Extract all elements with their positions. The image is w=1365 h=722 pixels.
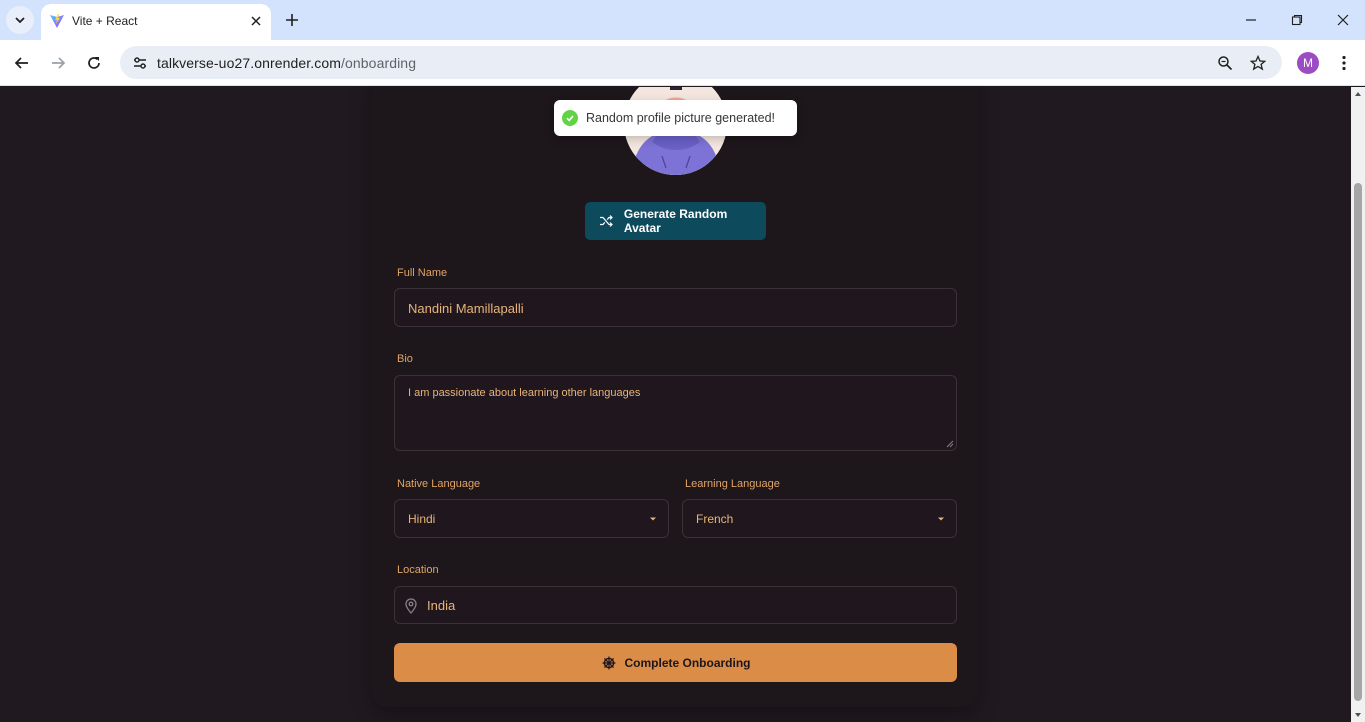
restore-icon[interactable]	[1285, 8, 1309, 32]
tab-title: Vite + React	[72, 14, 138, 28]
profile-avatar[interactable]: M	[1297, 52, 1319, 74]
toast-notification: Random profile picture generated!	[554, 100, 797, 136]
close-icon[interactable]	[247, 12, 265, 30]
scroll-down-icon[interactable]	[1354, 711, 1362, 719]
arrow-left-icon[interactable]	[10, 51, 34, 75]
chevron-down-icon[interactable]	[6, 6, 34, 34]
reload-icon[interactable]	[82, 51, 106, 75]
page-content: Random profile picture generated! Genera…	[0, 87, 1351, 722]
ship-wheel-icon	[601, 655, 617, 671]
resize-grip-icon[interactable]	[946, 440, 954, 448]
star-icon[interactable]	[1246, 51, 1270, 75]
generate-avatar-button[interactable]: Generate Random Avatar	[585, 202, 766, 240]
plus-icon[interactable]	[282, 10, 302, 30]
minimize-icon[interactable]	[1239, 8, 1263, 32]
bio-textarea[interactable]: I am passionate about learning other lan…	[394, 375, 957, 451]
browser-tab[interactable]: Vite + React	[41, 4, 271, 40]
scrollbar-thumb[interactable]	[1354, 183, 1362, 701]
location-value: India	[427, 598, 456, 613]
tune-icon[interactable]	[128, 51, 152, 75]
kebab-menu-icon[interactable]	[1333, 51, 1355, 75]
bio-label: Bio	[397, 353, 413, 365]
generate-avatar-label: Generate Random Avatar	[623, 207, 728, 235]
native-language-value: Hindi	[408, 512, 436, 526]
learning-language-label: Learning Language	[685, 478, 780, 490]
shuffle-icon	[598, 213, 614, 229]
tab-strip: Vite + React	[0, 0, 1365, 40]
url-text[interactable]: talkverse-uo27.onrender.com/onboarding	[157, 55, 416, 71]
page-scrollbar[interactable]	[1351, 87, 1365, 722]
caret-down-icon	[938, 517, 944, 521]
learning-language-select[interactable]: French	[682, 499, 957, 538]
full-name-value: Nandini Mamillapalli	[408, 301, 524, 316]
url-host: talkverse-uo27.onrender.com	[157, 55, 342, 71]
location-label: Location	[397, 564, 439, 576]
url-path: /onboarding	[341, 55, 417, 71]
map-pin-icon	[405, 598, 417, 614]
toast-message: Random profile picture generated!	[586, 111, 776, 125]
bio-value: I am passionate about learning other lan…	[408, 387, 641, 399]
address-bar[interactable]: talkverse-uo27.onrender.com/onboarding	[120, 46, 1282, 79]
vite-logo-icon	[50, 14, 64, 28]
scroll-up-icon[interactable]	[1354, 90, 1362, 98]
complete-onboarding-button[interactable]: Complete Onboarding	[394, 643, 957, 682]
native-language-label: Native Language	[397, 478, 481, 490]
full-name-input[interactable]: Nandini Mamillapalli	[394, 288, 957, 327]
caret-down-icon	[650, 517, 656, 521]
full-name-label: Full Name	[397, 267, 448, 279]
learning-language-value: French	[696, 512, 734, 526]
check-circle-icon	[562, 110, 578, 126]
complete-onboarding-label: Complete Onboarding	[624, 655, 751, 670]
window-close-icon[interactable]	[1331, 8, 1355, 32]
zoom-icon[interactable]	[1213, 51, 1237, 75]
native-language-select[interactable]: Hindi	[394, 499, 669, 538]
browser-toolbar: talkverse-uo27.onrender.com/onboarding M	[0, 40, 1365, 86]
location-input[interactable]: India	[394, 586, 957, 624]
arrow-right-icon[interactable]	[46, 51, 70, 75]
